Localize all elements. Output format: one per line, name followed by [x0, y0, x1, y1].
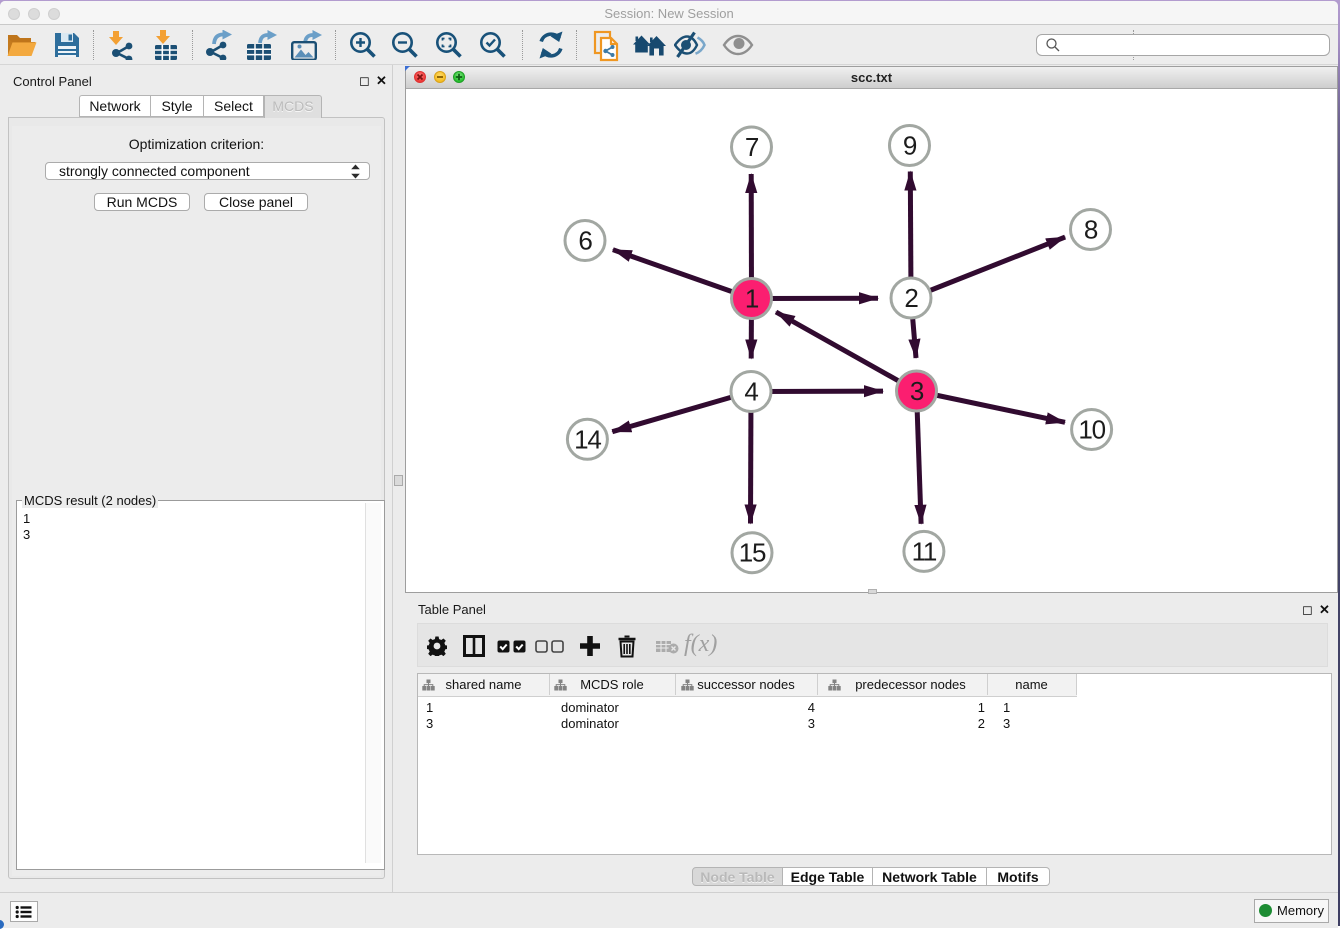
svg-text:8: 8: [1084, 215, 1098, 245]
svg-text:2: 2: [904, 283, 918, 313]
svg-text:3: 3: [910, 376, 924, 406]
svg-text:14: 14: [574, 424, 601, 454]
svg-text:9: 9: [903, 131, 917, 161]
svg-text:6: 6: [578, 226, 592, 256]
svg-text:11: 11: [912, 536, 937, 566]
svg-text:7: 7: [745, 132, 759, 162]
svg-text:15: 15: [739, 538, 766, 568]
svg-text:4: 4: [744, 377, 758, 407]
svg-text:1: 1: [745, 284, 759, 314]
svg-text:10: 10: [1078, 415, 1105, 445]
